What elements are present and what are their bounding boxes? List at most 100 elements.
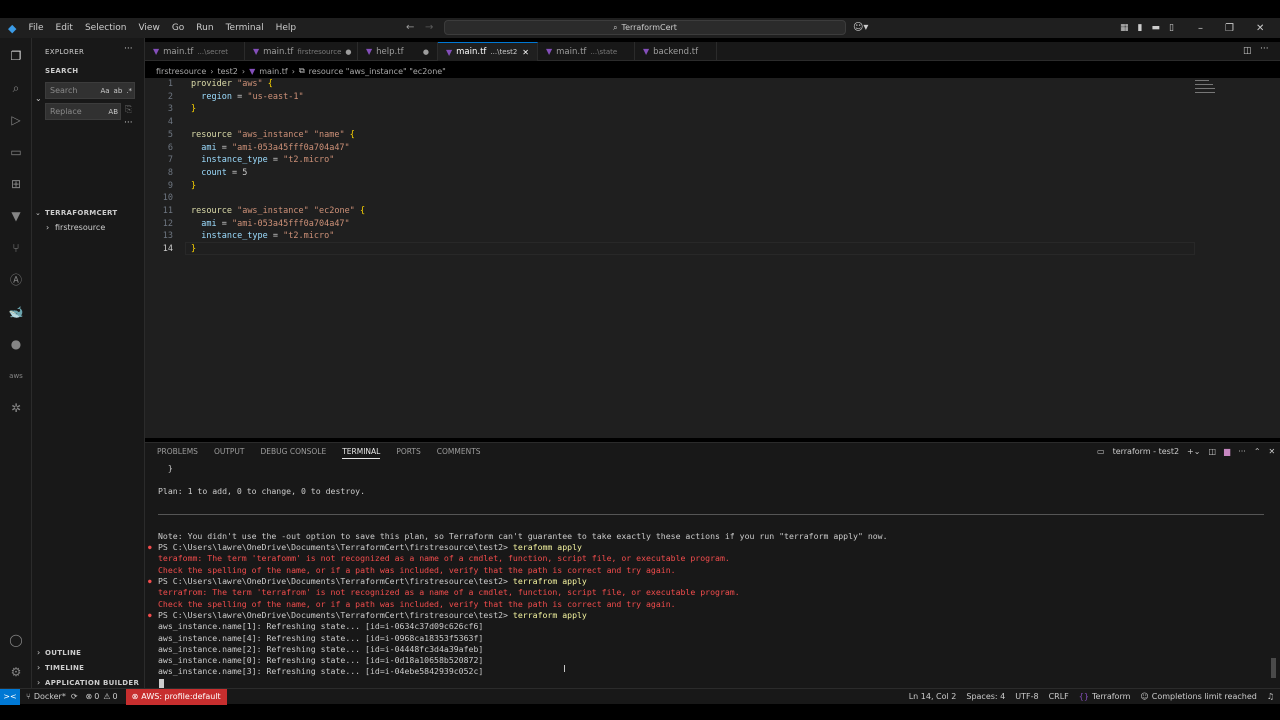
preserve-case-icon[interactable]: AB [108,108,118,116]
folder-header[interactable]: TERRAFORMCERT [45,209,118,217]
remote-explorer-icon[interactable]: ▭ [8,144,24,160]
tab-main-firstresource[interactable]: ▼ main.tf firstresource ● [245,42,358,61]
more-actions-icon[interactable]: ··· [124,44,133,54]
split-editor-icon[interactable]: ◫ [1243,46,1252,56]
run-debug-icon[interactable]: ▷ [8,112,24,128]
manage-gear-icon[interactable]: ⚙ [8,664,24,680]
tab-output[interactable]: OUTPUT [214,447,245,459]
search-view-icon[interactable]: ⌕ [8,80,24,96]
chevron-right-icon[interactable]: › [37,678,40,687]
match-case-icon[interactable]: Aa [100,87,109,95]
indentation[interactable]: Spaces: 4 [966,692,1005,701]
code-line[interactable]: ami = "ami-053a45fff0a704a47" [191,142,349,155]
search-input[interactable]: Search Aa ab .* [45,82,135,99]
breadcrumb-item[interactable]: resource "aws_instance" "ec2one" [309,67,446,76]
chevron-right-icon[interactable]: › [46,223,49,232]
unsaved-dot-icon[interactable]: ● [345,48,351,56]
kill-terminal-icon[interactable]: ▆ [1224,447,1230,456]
outline-header[interactable]: OUTLINE [45,649,81,657]
chevron-down-icon[interactable]: ⌄ [35,94,42,103]
replace-input[interactable]: Replace AB [45,103,121,120]
menu-item-edit[interactable]: Edit [50,23,79,33]
menu-item-run[interactable]: Run [190,23,219,33]
unsaved-dot-icon[interactable]: ● [423,48,429,56]
encoding[interactable]: UTF-8 [1015,692,1038,701]
github-icon[interactable]: ● [8,336,24,352]
customize-layout-icon[interactable]: ▦ [1120,23,1129,33]
more-actions-icon[interactable]: ··· [1238,447,1246,456]
terminal-scrollbar[interactable] [1271,658,1276,678]
warning-count[interactable]: 0 [113,692,118,701]
breadcrumb-item[interactable]: test2 [217,67,237,76]
source-control-icon[interactable]: ⑂ [8,240,24,256]
maximize-panel-icon[interactable]: ⌃ [1254,447,1261,456]
command-error-dot-icon[interactable]: ● [148,576,152,587]
code-editor[interactable]: 1 provider "aws" {2 region = "us-east-1" 3… [145,78,1280,438]
breadcrumb-item[interactable]: firstresource [156,67,206,76]
tab-problems[interactable]: PROBLEMS [157,447,198,459]
aws-icon[interactable]: aws [8,368,24,384]
chevron-right-icon[interactable]: › [37,663,40,672]
kubernetes-icon[interactable]: ✲ [8,400,24,416]
tab-backend[interactable]: ▼ backend.tf [635,42,717,61]
more-actions-icon[interactable]: ··· [1260,44,1269,54]
chevron-right-icon[interactable]: › [37,648,40,657]
close-panel-icon[interactable]: ✕ [1269,447,1276,456]
folder-item-firstresource[interactable]: firstresource [55,223,105,232]
extensions-icon[interactable]: ⊞ [8,176,24,192]
cursor-position[interactable]: Ln 14, Col 2 [909,692,957,701]
line-ending[interactable]: CRLF [1049,692,1069,701]
tab-comments[interactable]: COMMENTS [437,447,481,459]
sync-icon[interactable]: ⟳ [71,692,78,701]
language-mode[interactable]: {} Terraform [1079,692,1131,701]
error-count[interactable]: 0 [94,692,99,701]
explorer-icon[interactable]: ❐ [8,48,24,64]
new-terminal-icon[interactable]: +⌄ [1187,447,1200,456]
nav-forward-icon[interactable]: → [425,22,433,33]
code-line[interactable]: ami = "ami-053a45fff0a704a47" [191,218,349,231]
replace-all-icon[interactable]: ⎘ [125,105,132,115]
menu-item-selection[interactable]: Selection [79,23,132,33]
timeline-header[interactable]: TIMELINE [45,664,84,672]
code-line[interactable]: } [191,180,196,193]
command-error-dot-icon[interactable]: ● [148,610,152,621]
close-window-icon[interactable]: ✕ [1256,23,1264,34]
tab-main-test2[interactable]: ▼ main.tf ...\test2 ✕ [438,42,538,61]
code-line[interactable]: count = 5 [191,167,247,180]
search-details-icon[interactable]: ··· [124,118,133,128]
search-section-header[interactable]: SEARCH [45,67,78,75]
accounts-icon[interactable]: ◯ [8,632,24,648]
code-line[interactable]: provider "aws" { [191,78,273,91]
docker-context[interactable]: Docker* [34,692,66,701]
docker-icon[interactable]: 🐋 [8,304,24,320]
split-terminal-icon[interactable]: ◫ [1208,447,1216,456]
nav-back-icon[interactable]: ← [406,22,414,33]
minimize-icon[interactable]: – [1198,23,1203,34]
aws-profile-badge[interactable]: ⊗ AWS: profile:default [125,688,227,705]
code-line[interactable]: } [191,103,196,116]
tab-terminal[interactable]: TERMINAL [342,447,381,459]
terminal-name[interactable]: terraform - test2 [1113,447,1179,456]
menu-item-view[interactable]: View [132,23,165,33]
toggle-secondary-sidebar-icon[interactable]: ▯ [1169,23,1174,33]
tab-ports[interactable]: PORTS [396,447,420,459]
copilot-icon[interactable]: ☺▾ [853,22,868,33]
regex-icon[interactable]: .* [126,87,132,95]
tab-help[interactable]: ▼ help.tf ● [358,42,438,61]
command-center-search[interactable]: ⌕ TerraformCert [444,20,846,35]
minimap[interactable] [1195,78,1270,98]
code-line[interactable]: region = "us-east-1" [191,91,303,104]
tab-main-state[interactable]: ▼ main.tf ...\state [538,42,635,61]
copilot-status[interactable]: ☺ Completions limit reached [1140,692,1256,701]
tab-debug-console[interactable]: DEBUG CONSOLE [261,447,327,459]
whole-word-icon[interactable]: ab [114,87,123,95]
code-line[interactable]: resource "aws_instance" "ec2one" { [191,205,365,218]
toggle-panel-icon[interactable]: ▬ [1151,23,1160,33]
angular-icon[interactable]: Ⓐ [8,272,24,288]
tab-main-secret[interactable]: ▼ main.tf ...\secret [145,42,245,61]
notifications-bell-icon[interactable]: ♫ [1267,692,1274,701]
menu-item-help[interactable]: Help [270,23,303,33]
toggle-sidebar-icon[interactable]: ▮ [1138,23,1143,33]
restore-icon[interactable]: ❐ [1225,23,1234,34]
code-line[interactable]: instance_type = "t2.micro" [191,154,334,167]
